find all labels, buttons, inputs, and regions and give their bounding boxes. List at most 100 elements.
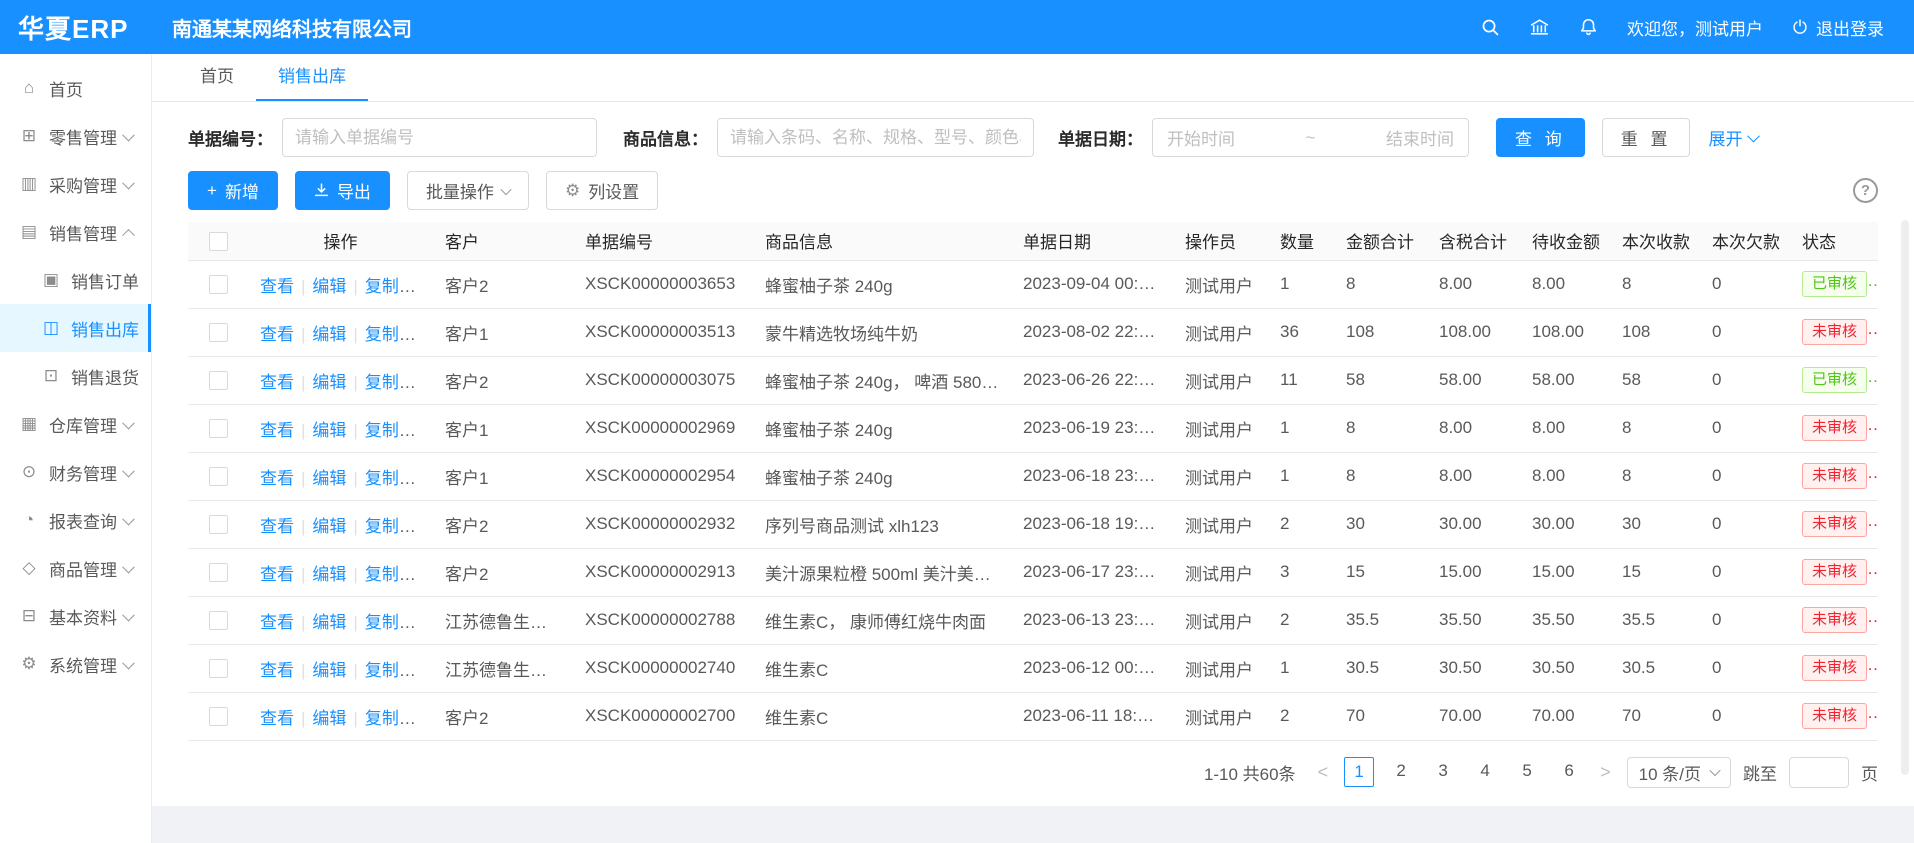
help-icon[interactable]: ?: [1853, 178, 1878, 203]
delete-link[interactable]: 删除: [417, 613, 433, 632]
page-number-2[interactable]: 2: [1386, 757, 1416, 787]
copy-link[interactable]: 复制: [365, 517, 416, 536]
delete-link[interactable]: 删除: [417, 709, 433, 728]
sidebar-item-sales[interactable]: ▤ 销售管理: [0, 208, 151, 256]
delete-link[interactable]: 删除: [417, 277, 433, 296]
expand-toggle[interactable]: 展开: [1708, 125, 1758, 150]
delete-link[interactable]: 删除: [417, 325, 433, 344]
page-number-6[interactable]: 6: [1554, 757, 1584, 787]
view-link[interactable]: 查看: [260, 565, 294, 584]
table-scrollbar[interactable]: [1901, 220, 1909, 775]
bill-no-input[interactable]: [282, 118, 597, 157]
reset-button[interactable]: 重 置: [1602, 118, 1691, 157]
copy-link[interactable]: 复制: [365, 709, 416, 728]
edit-link[interactable]: 编辑: [312, 421, 346, 440]
edit-link[interactable]: 编辑: [312, 325, 346, 344]
delete-link[interactable]: 删除: [417, 469, 433, 488]
edit-link[interactable]: 编辑: [312, 661, 346, 680]
row-checkbox[interactable]: [209, 515, 228, 534]
export-button[interactable]: 导出: [295, 171, 390, 210]
delete-link[interactable]: 删除: [417, 421, 433, 440]
delete-link[interactable]: 删除: [417, 517, 433, 536]
search-button[interactable]: 查 询: [1496, 118, 1585, 157]
sidebar-item-home[interactable]: ⌂ 首页: [0, 64, 151, 112]
sidebar-item-warehouse[interactable]: ▦ 仓库管理: [0, 400, 151, 448]
view-link[interactable]: 查看: [260, 325, 294, 344]
sidebar-item-label: 零售管理: [49, 124, 117, 149]
row-checkbox[interactable]: [209, 467, 228, 486]
sidebar-item-sales-outbound[interactable]: ◫ 销售出库: [0, 304, 151, 352]
row-checkbox[interactable]: [209, 611, 228, 630]
copy-link[interactable]: 复制: [365, 469, 416, 488]
next-page-button[interactable]: >: [1596, 762, 1615, 783]
copy-link[interactable]: 复制: [365, 421, 416, 440]
bank-icon[interactable]: [1529, 17, 1550, 38]
row-checkbox[interactable]: [209, 371, 228, 390]
view-link[interactable]: 查看: [260, 613, 294, 632]
bell-icon[interactable]: [1578, 17, 1599, 38]
page-number-4[interactable]: 4: [1470, 757, 1500, 787]
sidebar-item-purchase[interactable]: ▥ 采购管理: [0, 160, 151, 208]
delete-link[interactable]: 删除: [417, 373, 433, 392]
edit-link[interactable]: 编辑: [312, 277, 346, 296]
view-link[interactable]: 查看: [260, 517, 294, 536]
add-button[interactable]: + 新增: [188, 171, 278, 210]
edit-link[interactable]: 编辑: [312, 517, 346, 536]
edit-link[interactable]: 编辑: [312, 709, 346, 728]
view-link[interactable]: 查看: [260, 709, 294, 728]
edit-link[interactable]: 编辑: [312, 373, 346, 392]
page-number-3[interactable]: 3: [1428, 757, 1458, 787]
tab-sales-outbound[interactable]: 销售出库: [256, 54, 368, 101]
cell-receivable: 35.50: [1520, 596, 1610, 644]
batch-operations-button[interactable]: 批量操作: [407, 171, 529, 210]
cell-debt: 0: [1700, 500, 1790, 548]
prev-page-button[interactable]: <: [1314, 762, 1333, 783]
date-range-picker[interactable]: 开始时间 ~ 结束时间: [1152, 118, 1469, 157]
copy-link[interactable]: 复制: [365, 613, 416, 632]
view-link[interactable]: 查看: [260, 661, 294, 680]
view-link[interactable]: 查看: [260, 373, 294, 392]
page-number-5[interactable]: 5: [1512, 757, 1542, 787]
select-all-checkbox[interactable]: [209, 232, 228, 251]
cell-qty: 36: [1268, 308, 1334, 356]
sidebar-item-finance[interactable]: ⊙ 财务管理: [0, 448, 151, 496]
copy-link[interactable]: 复制: [365, 325, 416, 344]
logout-label: 退出登录: [1816, 15, 1884, 40]
page-number-1[interactable]: 1: [1344, 757, 1374, 787]
edit-link[interactable]: 编辑: [312, 469, 346, 488]
copy-link[interactable]: 复制: [365, 565, 416, 584]
copy-link[interactable]: 复制: [365, 661, 416, 680]
row-checkbox[interactable]: [209, 323, 228, 342]
column-settings-button[interactable]: ⚙ 列设置: [546, 171, 658, 210]
row-checkbox[interactable]: [209, 563, 228, 582]
tab-home[interactable]: 首页: [178, 54, 256, 101]
copy-link[interactable]: 复制: [365, 277, 416, 296]
welcome-user[interactable]: 欢迎您，测试用户: [1627, 15, 1763, 40]
separator: |: [301, 565, 305, 584]
jump-page-input[interactable]: [1789, 757, 1849, 788]
search-icon[interactable]: [1480, 17, 1501, 38]
sidebar-item-system[interactable]: ⚙ 系统管理: [0, 640, 151, 688]
delete-link[interactable]: 删除: [417, 565, 433, 584]
jump-suffix: 页: [1861, 760, 1878, 785]
edit-link[interactable]: 编辑: [312, 613, 346, 632]
copy-link[interactable]: 复制: [365, 373, 416, 392]
logout-button[interactable]: 退出登录: [1791, 15, 1884, 40]
view-link[interactable]: 查看: [260, 421, 294, 440]
sidebar-item-sales-order[interactable]: ▣ 销售订单: [0, 256, 151, 304]
sidebar-item-retail[interactable]: ⊞ 零售管理: [0, 112, 151, 160]
sidebar-item-sales-return[interactable]: ⊡ 销售退货: [0, 352, 151, 400]
edit-link[interactable]: 编辑: [312, 565, 346, 584]
sidebar-item-products[interactable]: ◇ 商品管理: [0, 544, 151, 592]
view-link[interactable]: 查看: [260, 469, 294, 488]
sidebar-item-reports[interactable]: ◔ 报表查询: [0, 496, 151, 544]
sidebar-item-basic-data[interactable]: ⊟ 基本资料: [0, 592, 151, 640]
row-checkbox[interactable]: [209, 707, 228, 726]
row-checkbox[interactable]: [209, 659, 228, 678]
delete-link[interactable]: 删除: [417, 661, 433, 680]
row-checkbox[interactable]: [209, 275, 228, 294]
view-link[interactable]: 查看: [260, 277, 294, 296]
row-checkbox[interactable]: [209, 419, 228, 438]
material-input[interactable]: [717, 118, 1034, 157]
page-size-select[interactable]: 10 条/页: [1627, 757, 1731, 788]
